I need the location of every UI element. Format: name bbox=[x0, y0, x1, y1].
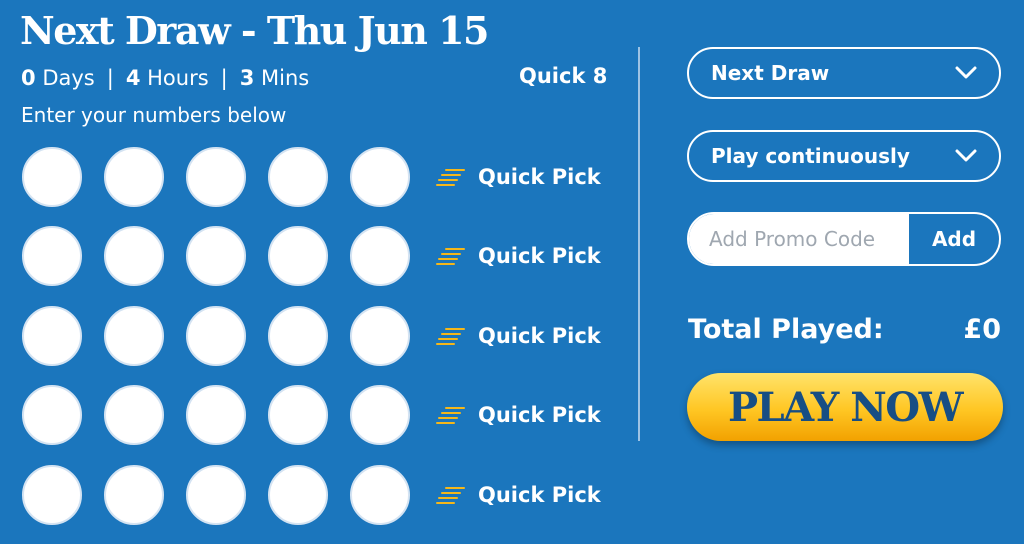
countdown-days-unit: Days bbox=[42, 66, 95, 90]
number-ball[interactable] bbox=[22, 465, 82, 525]
play-now-button[interactable]: PLAY NOW bbox=[687, 373, 1003, 441]
page-title: Next Draw - Thu Jun 15 bbox=[20, 8, 490, 53]
number-line: Quick Pick bbox=[22, 465, 622, 529]
number-ball[interactable] bbox=[268, 465, 328, 525]
draw-countdown: 0 Days | 4 Hours | 3 Mins bbox=[21, 66, 309, 90]
promo-code-group: Add bbox=[687, 212, 1001, 266]
countdown-mins-unit: Mins bbox=[261, 66, 310, 90]
number-ball[interactable] bbox=[22, 385, 82, 445]
number-line: Quick Pick bbox=[22, 226, 622, 290]
number-ball[interactable] bbox=[22, 226, 82, 286]
number-ball[interactable] bbox=[186, 226, 246, 286]
number-ball[interactable] bbox=[104, 226, 164, 286]
number-ball[interactable] bbox=[186, 465, 246, 525]
draw-select[interactable]: Next Draw bbox=[687, 47, 1001, 99]
number-ball[interactable] bbox=[350, 147, 410, 207]
quick-pick-label: Quick Pick bbox=[478, 165, 601, 189]
play-now-label: PLAY NOW bbox=[727, 383, 964, 431]
number-ball[interactable] bbox=[350, 226, 410, 286]
quick-pick-lines-icon bbox=[436, 407, 465, 424]
countdown-hours-unit: Hours bbox=[147, 66, 209, 90]
total-played-label: Total Played: bbox=[688, 314, 884, 345]
promo-code-input[interactable] bbox=[689, 214, 909, 264]
number-ball[interactable] bbox=[350, 385, 410, 445]
number-ball[interactable] bbox=[22, 306, 82, 366]
number-ball[interactable] bbox=[22, 147, 82, 207]
countdown-hours-value: 4 bbox=[125, 66, 141, 90]
quick-pick-button[interactable]: Quick Pick bbox=[436, 165, 601, 189]
number-line: Quick Pick bbox=[22, 306, 622, 370]
chevron-down-icon bbox=[955, 149, 977, 162]
number-ball[interactable] bbox=[104, 306, 164, 366]
number-ball[interactable] bbox=[268, 385, 328, 445]
instructions-text: Enter your numbers below bbox=[21, 103, 287, 127]
quick-pick-label: Quick Pick bbox=[478, 403, 601, 427]
game-name: Quick 8 bbox=[519, 64, 608, 88]
number-ball[interactable] bbox=[350, 465, 410, 525]
quick-pick-label: Quick Pick bbox=[478, 324, 601, 348]
quick-pick-button[interactable]: Quick Pick bbox=[436, 324, 601, 348]
number-ball[interactable] bbox=[268, 226, 328, 286]
quick-pick-lines-icon bbox=[436, 328, 465, 345]
draw-select-value: Next Draw bbox=[711, 61, 830, 85]
duration-select-value: Play continuously bbox=[711, 144, 910, 168]
quick-pick-lines-icon bbox=[436, 169, 465, 186]
duration-select[interactable]: Play continuously bbox=[687, 130, 1001, 182]
number-line: Quick Pick bbox=[22, 147, 622, 211]
quick-pick-button[interactable]: Quick Pick bbox=[436, 403, 601, 427]
number-ball[interactable] bbox=[268, 147, 328, 207]
number-ball[interactable] bbox=[104, 385, 164, 445]
quick-pick-label: Quick Pick bbox=[478, 483, 601, 507]
number-ball[interactable] bbox=[186, 147, 246, 207]
number-ball[interactable] bbox=[186, 306, 246, 366]
quick-pick-button[interactable]: Quick Pick bbox=[436, 483, 601, 507]
total-played-value: £0 bbox=[963, 314, 1001, 345]
quick-pick-lines-icon bbox=[436, 487, 465, 504]
number-ball[interactable] bbox=[268, 306, 328, 366]
number-ball[interactable] bbox=[350, 306, 410, 366]
promo-add-button[interactable]: Add bbox=[909, 214, 999, 264]
quick-pick-lines-icon bbox=[436, 248, 465, 265]
number-ball[interactable] bbox=[104, 465, 164, 525]
countdown-separator: | bbox=[220, 66, 228, 90]
quick-pick-button[interactable]: Quick Pick bbox=[436, 244, 601, 268]
number-ball[interactable] bbox=[104, 147, 164, 207]
chevron-down-icon bbox=[955, 66, 977, 79]
number-line: Quick Pick bbox=[22, 385, 622, 449]
quick-pick-label: Quick Pick bbox=[478, 244, 601, 268]
countdown-separator: | bbox=[106, 66, 114, 90]
number-ball[interactable] bbox=[186, 385, 246, 445]
countdown-days-value: 0 bbox=[21, 66, 36, 90]
column-divider bbox=[638, 47, 640, 441]
countdown-mins-value: 3 bbox=[239, 66, 255, 90]
